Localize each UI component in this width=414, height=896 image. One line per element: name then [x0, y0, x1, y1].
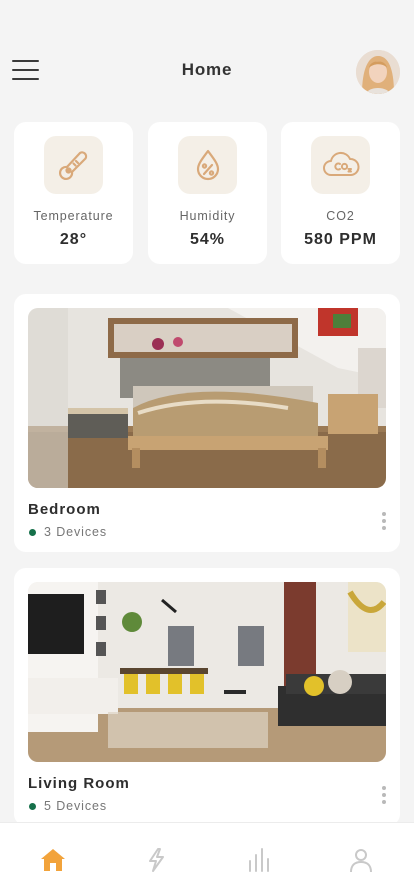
- home-icon: [41, 849, 65, 871]
- status-dot: [29, 803, 36, 810]
- more-options-icon[interactable]: [380, 510, 388, 532]
- bar-chart-icon: [249, 848, 269, 872]
- room-name: Living Room: [28, 775, 130, 792]
- room-device-count: 5 Devices: [44, 799, 107, 813]
- stats-row: Temperature 28° Humidity 54% CO2 580 PPM: [14, 122, 400, 264]
- humidity-drop-icon: [178, 136, 237, 194]
- room-card-bedroom[interactable]: Bedroom 3 Devices: [14, 294, 400, 552]
- lightning-icon: [149, 848, 164, 872]
- profile-icon: [350, 849, 372, 873]
- bottom-navigation: [0, 822, 414, 896]
- more-options-icon[interactable]: [380, 784, 388, 806]
- nav-statistics[interactable]: [243, 845, 273, 875]
- avatar-image: [356, 50, 400, 94]
- stat-value: 580 PPM: [304, 231, 377, 248]
- co2-cloud-icon: [311, 136, 370, 194]
- temperature-card[interactable]: Temperature 28°: [14, 122, 133, 264]
- stat-label: CO2: [326, 209, 355, 223]
- room-card-living-room[interactable]: Living Room 5 Devices: [14, 568, 400, 826]
- nav-energy[interactable]: [141, 845, 171, 875]
- humidity-card[interactable]: Humidity 54%: [148, 122, 267, 264]
- co2-card[interactable]: CO2 580 PPM: [281, 122, 400, 264]
- stat-label: Humidity: [179, 209, 236, 223]
- living-room-photo: [28, 582, 386, 762]
- nav-home[interactable]: [38, 845, 68, 875]
- room-name: Bedroom: [28, 501, 101, 518]
- stat-value: 54%: [189, 231, 226, 248]
- thermometer-icon: [44, 136, 103, 194]
- page-title: Home: [181, 60, 233, 79]
- bedroom-photo: [28, 308, 386, 488]
- stat-label: Temperature: [33, 209, 114, 223]
- room-device-count: 3 Devices: [44, 525, 107, 539]
- nav-profile[interactable]: [346, 845, 376, 875]
- app-header: Home: [0, 0, 414, 110]
- user-avatar[interactable]: [356, 50, 400, 94]
- status-dot: [29, 529, 36, 536]
- stat-value: 28°: [59, 231, 88, 248]
